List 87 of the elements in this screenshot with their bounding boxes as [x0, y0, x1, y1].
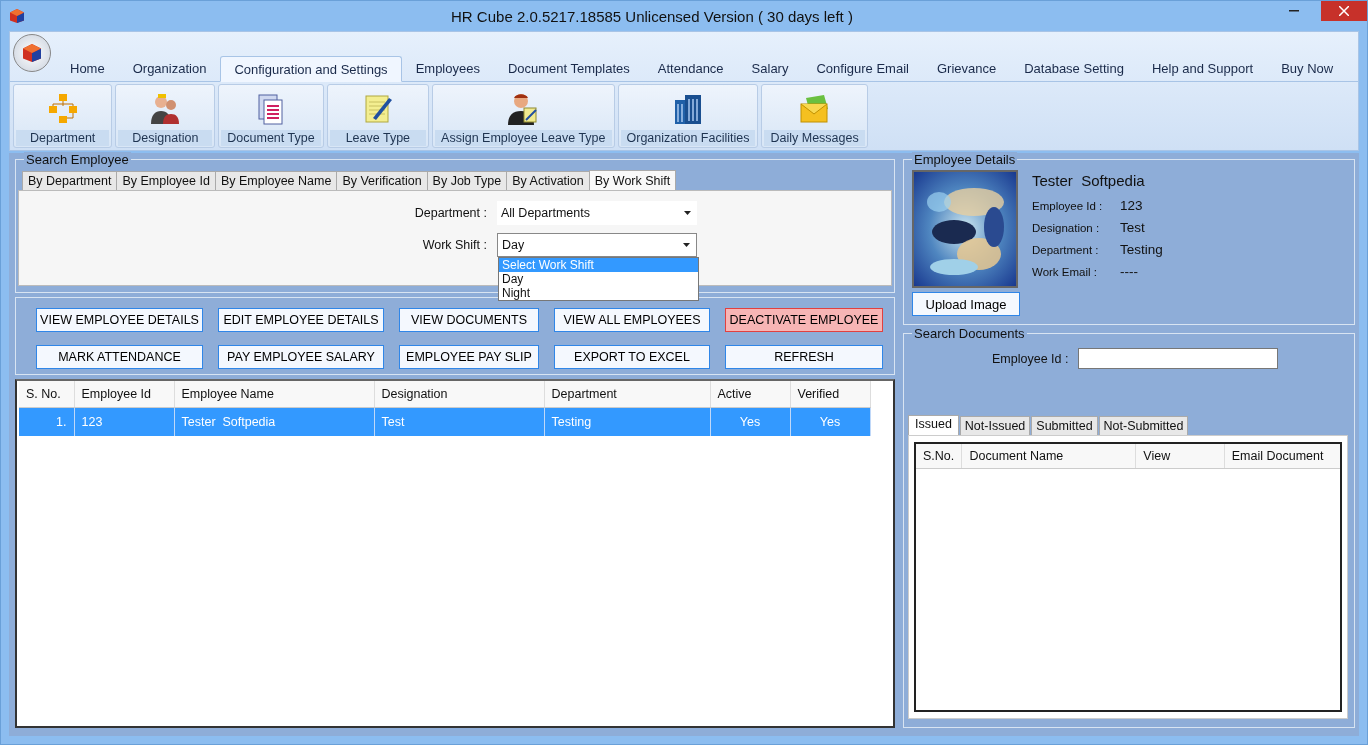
- ribbon-tab[interactable]: Buy Now: [1267, 55, 1348, 81]
- column-header[interactable]: Verified: [790, 381, 870, 407]
- column-header[interactable]: Department: [544, 381, 710, 407]
- caret-icon: [684, 211, 691, 215]
- column-header[interactable]: Active: [710, 381, 790, 407]
- action-button[interactable]: REFRESH: [725, 345, 883, 369]
- ribbon-tab[interactable]: Configuration and Settings: [220, 56, 402, 82]
- table-cell: Test: [381, 414, 405, 429]
- field-label: Work Shift :: [421, 238, 487, 252]
- tab[interactable]: Issued: [908, 415, 959, 435]
- tab[interactable]: By Job Type: [426, 171, 508, 190]
- column-header[interactable]: Document Name: [962, 444, 1136, 468]
- ribbon-button[interactable]: Daily Messages: [761, 84, 868, 148]
- tab[interactable]: Submitted: [1031, 416, 1098, 435]
- group-title: Search Employee: [24, 152, 131, 167]
- ribbon-tab[interactable]: Grievance: [922, 55, 1011, 81]
- caret-icon: [683, 243, 690, 247]
- application-menu-button[interactable]: [13, 34, 51, 72]
- tab[interactable]: By Activation: [506, 171, 590, 190]
- table-cell: Tester Softpedia: [181, 414, 276, 429]
- group-title: Employee Details: [912, 152, 1018, 167]
- table-cell: Testing: [551, 414, 592, 429]
- ribbon-tab[interactable]: Database Setting: [1010, 55, 1138, 81]
- ribbon-tab[interactable]: Configure Email: [802, 55, 923, 81]
- action-button[interactable]: EXPORT TO EXCEL: [554, 345, 710, 369]
- close-icon: [1339, 6, 1349, 16]
- action-button[interactable]: VIEW EMPLOYEE DETAILS: [36, 308, 203, 332]
- upload-button[interactable]: Upload Image: [912, 292, 1020, 316]
- ribbon-tab[interactable]: Home: [56, 55, 119, 81]
- field-value: ----: [1120, 264, 1138, 279]
- employee-name: Tester Softpedia: [1032, 172, 1146, 189]
- action-button[interactable]: MARK ATTENDANCE: [36, 345, 203, 369]
- ribbon-tab[interactable]: Document Templates: [493, 55, 644, 81]
- ribbon-tab[interactable]: Salary: [737, 55, 803, 81]
- cube-icon: [22, 43, 42, 63]
- column-header[interactable]: Employee Id: [74, 381, 174, 407]
- tab[interactable]: Not-Issued: [959, 416, 1031, 435]
- action-button[interactable]: VIEW DOCUMENTS: [399, 308, 539, 332]
- ribbon-button[interactable]: Department: [13, 84, 113, 148]
- minimize-icon: [1289, 10, 1299, 12]
- table-cell: 1.: [56, 414, 67, 429]
- app-cube-icon: [9, 8, 25, 24]
- dropdown-option[interactable]: Day: [499, 272, 698, 286]
- table-cell: Yes: [819, 414, 841, 429]
- ribbon-button[interactable]: Organization Facilities: [617, 84, 759, 148]
- ribbon-button[interactable]: Assign Employee Leave Type: [432, 84, 615, 148]
- action-button[interactable]: PAY EMPLOYEE SALARY: [218, 345, 384, 369]
- column-header[interactable]: Email Document: [1224, 444, 1340, 468]
- field-value: 123: [1120, 198, 1143, 213]
- tab[interactable]: Not-Submitted: [1098, 416, 1189, 435]
- employee-id-field[interactable]: [1078, 348, 1279, 369]
- action-button[interactable]: EMPLOYEE PAY SLIP: [399, 345, 539, 369]
- window-title: HR Cube 2.0.5217.18585 Unlicensed Version ( 30 days left ): [450, 7, 854, 25]
- ribbon-tab[interactable]: Help and Support: [1137, 55, 1268, 81]
- group-title: Search Documents: [912, 326, 1027, 341]
- dropdown-field[interactable]: All Departments: [497, 201, 697, 225]
- field-label: Employee Id :: [1032, 199, 1104, 212]
- close-button[interactable]: [1321, 1, 1367, 21]
- tab[interactable]: By Verification: [336, 171, 428, 190]
- column-header[interactable]: S.No.: [916, 444, 962, 468]
- ribbon-button[interactable]: Leave Type: [326, 84, 430, 148]
- column-header[interactable]: S. No.: [19, 381, 74, 407]
- field-label: Work Email :: [1032, 265, 1098, 278]
- ribbon-tab[interactable]: Attendance: [643, 55, 738, 81]
- tab[interactable]: By Employee Id: [116, 171, 216, 190]
- field-value: Test: [1120, 220, 1145, 235]
- field-label: Employee Id :: [992, 351, 1069, 366]
- field-value: Testing: [1120, 242, 1163, 257]
- ribbon-button[interactable]: Designation: [115, 84, 216, 148]
- tab[interactable]: By Employee Name: [214, 171, 338, 190]
- field-label: Designation :: [1032, 221, 1101, 234]
- field-label: Department :: [1032, 243, 1100, 256]
- ribbon-tab[interactable]: Organization: [118, 55, 221, 81]
- column-header[interactable]: View: [1135, 444, 1225, 468]
- field-label: Department :: [413, 206, 487, 220]
- action-button[interactable]: VIEW ALL EMPLOYEES: [554, 308, 710, 332]
- column-header[interactable]: Designation: [374, 381, 544, 407]
- dropdown-option[interactable]: Night: [499, 286, 698, 300]
- table-cell: 123: [81, 414, 103, 429]
- ribbon-button[interactable]: Document Type: [218, 84, 324, 148]
- table-cell: Yes: [739, 414, 761, 429]
- action-button[interactable]: DEACTIVATE EMPLOYEE: [725, 308, 883, 332]
- tab[interactable]: By Department: [22, 171, 118, 190]
- tab[interactable]: By Work Shift: [588, 170, 677, 190]
- column-header[interactable]: Employee Name: [174, 381, 374, 407]
- ribbon-tab[interactable]: Employees: [401, 55, 494, 81]
- action-button[interactable]: EDIT EMPLOYEE DETAILS: [218, 308, 384, 332]
